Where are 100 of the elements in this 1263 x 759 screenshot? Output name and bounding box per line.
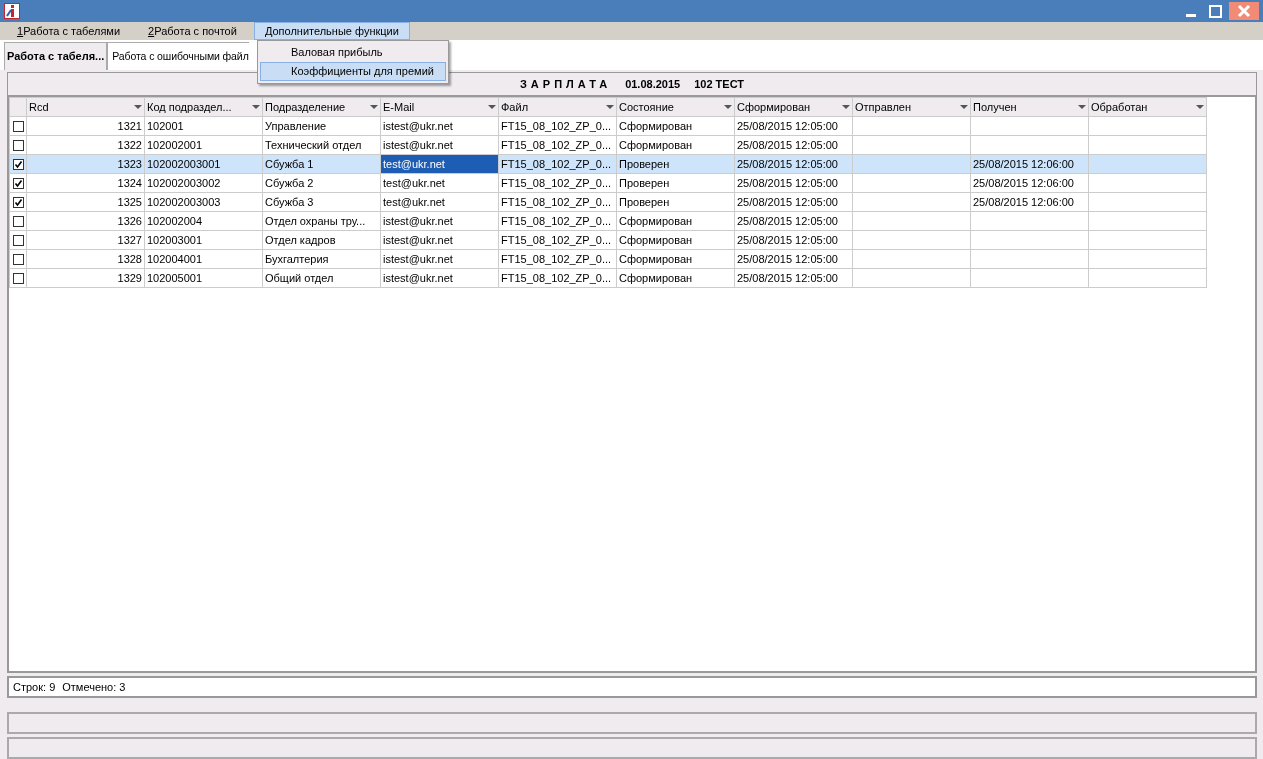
table-cell: 25/08/2015 12:05:00 <box>734 249 853 269</box>
table-cell: 102002004 <box>144 211 263 231</box>
table-cell: Сформирован <box>616 230 735 250</box>
table-cell: Сбужба 2 <box>262 173 381 193</box>
table-cell: Отдел охраны тру... <box>262 211 381 231</box>
dropdown-arrow-icon[interactable] <box>606 105 614 109</box>
maximize-icon <box>1206 3 1224 19</box>
menu-item[interactable]: 1Работа с табелями <box>6 22 132 40</box>
table-cell: 1325 <box>26 192 145 212</box>
row-checkbox[interactable] <box>12 234 24 246</box>
column-header[interactable]: Отправлен <box>852 97 971 117</box>
table-cell: FT15_08_102_ZP_0... <box>498 192 617 212</box>
table-cell: Сформирован <box>616 211 735 231</box>
row-checkbox[interactable] <box>12 177 24 189</box>
table-cell: istest@ukr.net <box>380 211 499 231</box>
table-cell: Сформирован <box>616 135 735 155</box>
table-cell: 1329 <box>26 268 145 288</box>
dropdown-arrow-icon[interactable] <box>1078 105 1086 109</box>
table-cell: 1322 <box>26 135 145 155</box>
app-icon <box>4 3 20 19</box>
table-cell: istest@ukr.net <box>380 268 499 288</box>
table-cell: Сформирован <box>616 116 735 136</box>
tab[interactable]: Работа с ошибочными файл <box>107 42 249 70</box>
column-header[interactable]: Rcd <box>26 97 145 117</box>
column-header[interactable]: Обработан <box>1088 97 1207 117</box>
dropdown-arrow-icon[interactable] <box>842 105 850 109</box>
table-cell: 1324 <box>26 173 145 193</box>
table-cell: 25/08/2015 12:05:00 <box>734 173 853 193</box>
menu-option[interactable]: Валовая прибыль <box>260 43 446 62</box>
minimize-icon <box>1186 14 1196 17</box>
table-cell: Общий отдел <box>262 268 381 288</box>
column-header[interactable]: Код подраздел... <box>144 97 263 117</box>
row-checkbox[interactable] <box>12 139 24 151</box>
row-checkbox[interactable] <box>12 215 24 227</box>
table-cell: 102003001 <box>144 230 263 250</box>
table-cell: Управление <box>262 116 381 136</box>
table-cell: Проверен <box>616 192 735 212</box>
table-cell: Сформирован <box>616 249 735 269</box>
table-cell: 25/08/2015 12:05:00 <box>734 211 853 231</box>
table-cell: 25/08/2015 12:05:00 <box>734 268 853 288</box>
table-cell: Отдел кадров <box>262 230 381 250</box>
table-cell: 102002003003 <box>144 192 263 212</box>
table-cell: test@ukr.net <box>380 192 499 212</box>
column-header[interactable]: E-Mail <box>380 97 499 117</box>
table-cell: FT15_08_102_ZP_0... <box>498 249 617 269</box>
menu-option[interactable]: Коэффициенты для премий <box>260 62 446 81</box>
dropdown-arrow-icon[interactable] <box>1196 105 1204 109</box>
table-cell: 25/08/2015 12:06:00 <box>970 173 1089 193</box>
table-cell: FT15_08_102_ZP_0... <box>498 211 617 231</box>
row-checkbox[interactable] <box>12 158 24 170</box>
table-cell: 25/08/2015 12:05:00 <box>734 192 853 212</box>
table-cell: 1328 <box>26 249 145 269</box>
table-cell: 102001 <box>144 116 263 136</box>
row-count: Строк: 9 <box>13 679 56 695</box>
table-cell: 25/08/2015 12:05:00 <box>734 116 853 136</box>
report-date: 01.08.2015 <box>625 76 681 92</box>
report-title: ЗАРПЛАТА <box>519 76 612 92</box>
table-cell: istest@ukr.net <box>380 230 499 250</box>
table-cell: 102005001 <box>144 268 263 288</box>
table-cell: FT15_08_102_ZP_0... <box>498 135 617 155</box>
column-header[interactable]: Файл <box>498 97 617 117</box>
column-header[interactable]: Подразделение <box>262 97 381 117</box>
tab[interactable]: Работа с табеля... <box>4 42 108 70</box>
table-cell: FT15_08_102_ZP_0... <box>498 116 617 136</box>
row-checkbox[interactable] <box>12 272 24 284</box>
menu-item[interactable]: 2Работа с почтой <box>137 22 248 40</box>
column-header[interactable]: Сформирован <box>734 97 853 117</box>
column-header[interactable]: Состояние <box>616 97 735 117</box>
table-cell: 25/08/2015 12:05:00 <box>734 230 853 250</box>
table-cell: Бухгалтерия <box>262 249 381 269</box>
table-cell: Сбужба 3 <box>262 192 381 212</box>
column-header[interactable]: Получен <box>970 97 1089 117</box>
table-cell: 1326 <box>26 211 145 231</box>
table-cell: Сформирован <box>616 268 735 288</box>
table-cell: 102002001 <box>144 135 263 155</box>
marked-count: Отмечено: 3 <box>62 679 126 695</box>
table-cell: FT15_08_102_ZP_0... <box>498 173 617 193</box>
table-cell: FT15_08_102_ZP_0... <box>498 230 617 250</box>
dropdown-arrow-icon[interactable] <box>252 105 260 109</box>
dropdown-arrow-icon[interactable] <box>370 105 378 109</box>
table-cell: Проверен <box>616 173 735 193</box>
table-cell: 1321 <box>26 116 145 136</box>
row-checkbox[interactable] <box>12 253 24 265</box>
table-cell: 1327 <box>26 230 145 250</box>
row-checkbox[interactable] <box>12 120 24 132</box>
table-cell: FT15_08_102_ZP_0... <box>498 268 617 288</box>
dropdown-arrow-icon[interactable] <box>960 105 968 109</box>
table-cell: istest@ukr.net <box>380 249 499 269</box>
table-cell: 102002003002 <box>144 173 263 193</box>
menu-item[interactable]: Дополнительные функции <box>253 22 410 40</box>
dropdown-arrow-icon[interactable] <box>134 105 142 109</box>
table-cell: Технический отдел <box>262 135 381 155</box>
dropdown-arrow-icon[interactable] <box>488 105 496 109</box>
table-cell: test@ukr.net <box>380 173 499 193</box>
table-cell: 25/08/2015 12:06:00 <box>970 192 1089 212</box>
row-checkbox[interactable] <box>12 196 24 208</box>
table-cell: 102004001 <box>144 249 263 269</box>
report-unit: 102 ТЕСТ <box>694 76 745 92</box>
table-cell: 25/08/2015 12:05:00 <box>734 135 853 155</box>
dropdown-arrow-icon[interactable] <box>724 105 732 109</box>
